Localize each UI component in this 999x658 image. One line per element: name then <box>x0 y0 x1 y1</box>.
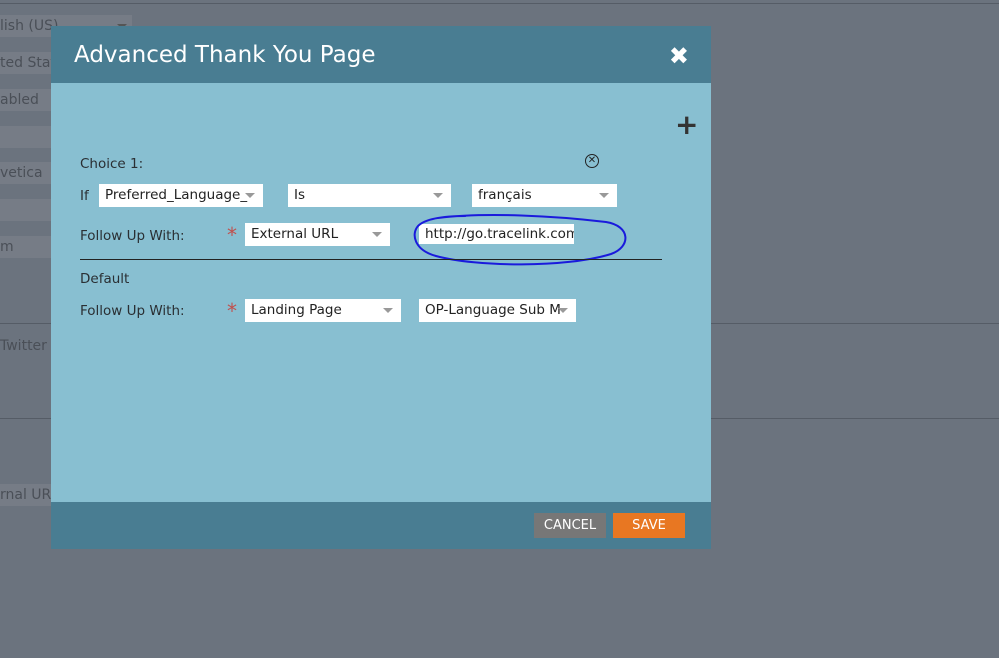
chevron-down-icon <box>245 193 255 198</box>
default-follow-up-type-select[interactable]: Landing Page <box>245 299 401 322</box>
landing-page-value: OP-Language Sub M <box>425 302 561 318</box>
chevron-down-icon <box>372 232 382 237</box>
value-select[interactable]: français <box>472 184 617 207</box>
cancel-button[interactable]: CANCEL <box>534 513 606 538</box>
value-select-value: français <box>478 187 532 203</box>
required-icon: * <box>227 299 237 323</box>
field-select[interactable]: Preferred_Language_ <box>99 184 263 207</box>
field-select-value: Preferred_Language_ <box>105 187 248 203</box>
default-follow-up-type-value: Landing Page <box>251 302 342 318</box>
dialog-header: Advanced Thank You Page ✖ <box>51 26 711 83</box>
choice-label: Choice 1: <box>80 156 144 172</box>
advanced-thank-you-dialog: Advanced Thank You Page ✖ + Choice 1: ✕ … <box>51 26 711 549</box>
follow-up-label: Follow Up With: <box>80 228 185 244</box>
operator-select[interactable]: Is <box>288 184 451 207</box>
dialog-title: Advanced Thank You Page <box>74 42 376 68</box>
bg-field-text: lish (US) <box>0 18 59 34</box>
save-button[interactable]: SAVE <box>613 513 685 538</box>
dialog-footer: CANCEL SAVE <box>51 502 711 549</box>
follow-up-type-value: External URL <box>251 226 339 242</box>
landing-page-select[interactable]: OP-Language Sub M <box>419 299 576 322</box>
section-divider <box>80 259 662 260</box>
operator-select-value: Is <box>294 187 306 203</box>
bg-twitter-label: Twitter <box>0 338 47 354</box>
default-follow-up-label: Follow Up With: <box>80 303 185 319</box>
chevron-down-icon <box>433 193 443 198</box>
annotation-circle <box>413 214 627 266</box>
chevron-down-icon <box>383 308 393 313</box>
default-label: Default <box>80 271 130 287</box>
plus-icon[interactable]: + <box>675 108 698 141</box>
required-icon: * <box>227 223 237 247</box>
chevron-down-icon <box>599 193 609 198</box>
close-icon[interactable]: ✖ <box>669 42 689 70</box>
bg-divider <box>0 3 999 4</box>
chevron-down-icon <box>558 308 568 313</box>
follow-up-type-select[interactable]: External URL <box>245 223 390 246</box>
if-label: If <box>80 188 89 204</box>
remove-choice-icon[interactable]: ✕ <box>585 154 599 168</box>
